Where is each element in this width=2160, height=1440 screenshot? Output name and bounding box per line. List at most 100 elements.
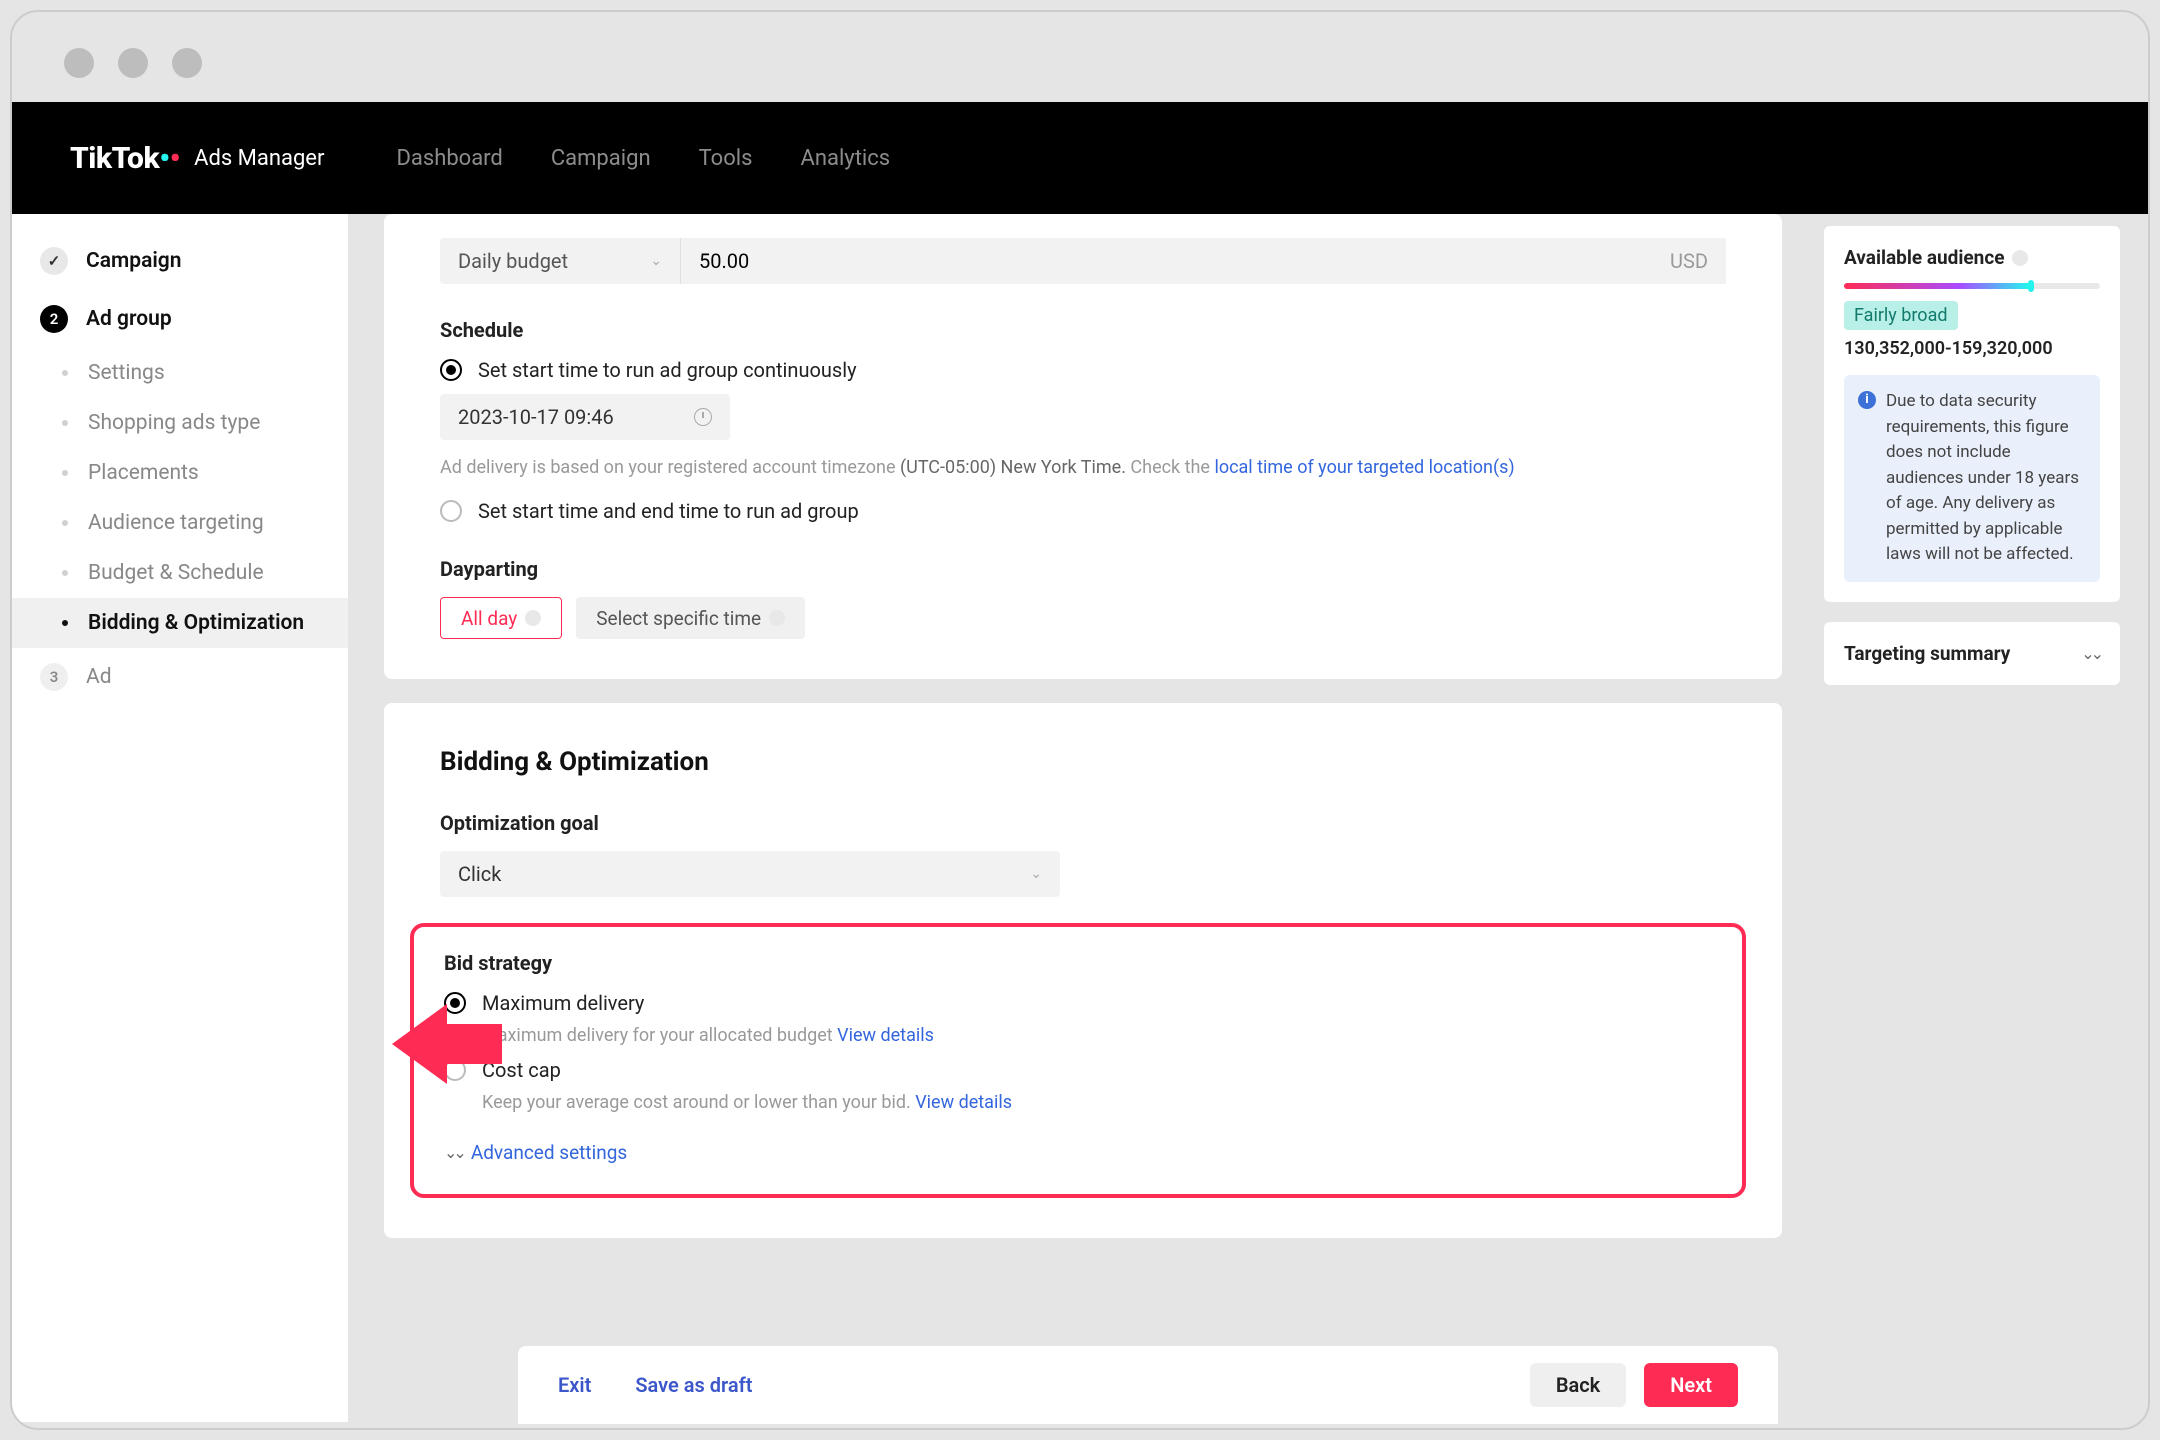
footer: Exit Save as draft Back Next <box>518 1346 1778 1424</box>
sidebar-item-settings[interactable]: Settings <box>12 348 348 398</box>
select-value: Click <box>458 862 501 886</box>
content: ✓ Campaign 2 Ad group Settings Shopping … <box>12 214 2148 1422</box>
view-details-link[interactable]: View details <box>915 1092 1012 1113</box>
window-controls <box>12 12 2148 102</box>
dayparting-specific-button[interactable]: Select specific time <box>576 597 805 639</box>
local-time-link[interactable]: local time of your targeted location(s) <box>1214 457 1514 478</box>
radio-icon <box>440 500 462 522</box>
info-icon <box>2012 250 2028 266</box>
chevron-double-down-icon: ⌄⌄ <box>444 1143 463 1162</box>
optimization-goal-select[interactable]: Click ⌄ <box>440 851 1060 897</box>
step-label: Campaign <box>86 249 181 273</box>
sidebar-item-shopping[interactable]: Shopping ads type <box>12 398 348 448</box>
step-number-icon: 2 <box>40 305 68 333</box>
radio-icon <box>440 359 462 381</box>
nav-dashboard[interactable]: Dashboard <box>396 146 502 171</box>
step-label: Ad <box>86 665 112 689</box>
bid-max-delivery-radio[interactable]: Maximum delivery <box>444 991 1712 1015</box>
step-number-icon: 3 <box>40 663 68 691</box>
targeting-title: Targeting summary <box>1844 642 2010 665</box>
view-details-link[interactable]: View details <box>837 1025 934 1046</box>
dayparting-all-day-button[interactable]: All day <box>440 597 562 639</box>
exit-button[interactable]: Exit <box>558 1373 591 1397</box>
save-draft-button[interactable]: Save as draft <box>635 1373 752 1397</box>
info-icon <box>769 610 785 626</box>
start-datetime-input[interactable]: 2023-10-17 09:46 <box>440 394 730 440</box>
currency-label: USD <box>1670 249 1708 273</box>
sidebar-item-budget[interactable]: Budget & Schedule <box>12 548 348 598</box>
audience-notice: i Due to data security requirements, thi… <box>1844 375 2100 582</box>
dayparting-heading: Dayparting <box>440 557 1726 581</box>
dayparting-pills: All day Select specific time <box>440 597 1726 639</box>
topbar: TikTok•• Ads Manager Dashboard Campaign … <box>12 102 2148 214</box>
window-dot[interactable] <box>64 48 94 78</box>
max-delivery-desc: Maximum delivery for your allocated budg… <box>482 1025 1712 1046</box>
audience-range: 130,352,000-159,320,000 <box>1844 338 2100 359</box>
right-pane: Available audience Fairly broad 130,352,… <box>1818 214 2148 1422</box>
optimization-goal-label: Optimization goal <box>440 811 1726 835</box>
cost-cap-desc: Keep your average cost around or lower t… <box>482 1092 1712 1113</box>
info-icon <box>525 610 541 626</box>
schedule-continuous-radio[interactable]: Set start time to run ad group continuou… <box>440 358 1726 382</box>
bid-strategy-highlight: Bid strategy Maximum delivery Maximum de… <box>410 923 1746 1198</box>
footer-right: Back Next <box>1530 1363 1738 1407</box>
available-audience-title: Available audience <box>1844 246 2100 269</box>
sidebar-item-label: Budget & Schedule <box>88 561 264 585</box>
back-button[interactable]: Back <box>1530 1363 1626 1407</box>
chevron-down-icon: ⌄ <box>1030 866 1042 882</box>
sidebar-item-label: Settings <box>88 361 165 385</box>
bidding-card: Bidding & Optimization Optimization goal… <box>384 703 1782 1238</box>
sidebar-item-label: Placements <box>88 461 199 485</box>
step-label: Ad group <box>86 307 172 331</box>
app-frame: TikTok•• Ads Manager Dashboard Campaign … <box>10 10 2150 1430</box>
available-audience-card: Available audience Fairly broad 130,352,… <box>1824 226 2120 602</box>
budget-amount-input[interactable]: 50.00 USD <box>680 238 1726 284</box>
clock-icon <box>694 408 712 426</box>
schedule-range-radio[interactable]: Set start time and end time to run ad gr… <box>440 499 1726 523</box>
select-label: Daily budget <box>458 249 568 273</box>
pill-label: All day <box>461 607 517 630</box>
window-dot[interactable] <box>118 48 148 78</box>
sidebar-item-audience[interactable]: Audience targeting <box>12 498 348 548</box>
timezone-helper: Ad delivery is based on your registered … <box>440 454 1726 481</box>
link-label: Advanced settings <box>471 1141 627 1164</box>
schedule-heading: Schedule <box>440 318 1726 342</box>
radio-label: Maximum delivery <box>482 991 644 1015</box>
sidebar-item-label: Audience targeting <box>88 511 264 535</box>
step-campaign[interactable]: ✓ Campaign <box>12 232 348 290</box>
next-button[interactable]: Next <box>1644 1363 1738 1407</box>
nav-tools[interactable]: Tools <box>699 146 753 171</box>
bidding-heading: Bidding & Optimization <box>440 703 1726 777</box>
targeting-summary-toggle[interactable]: Targeting summary ⌄⌄ <box>1824 622 2120 685</box>
budget-schedule-card: Daily budget ⌄ 50.00 USD Schedule Set st… <box>384 214 1782 679</box>
sidebar-item-placements[interactable]: Placements <box>12 448 348 498</box>
chevron-double-down-icon: ⌄⌄ <box>2081 644 2100 663</box>
datetime-value: 2023-10-17 09:46 <box>458 405 614 429</box>
sidebar: ✓ Campaign 2 Ad group Settings Shopping … <box>12 214 348 1422</box>
pill-label: Select specific time <box>596 607 761 630</box>
sidebar-item-label: Bidding & Optimization <box>88 611 304 635</box>
step-adgroup[interactable]: 2 Ad group <box>12 290 348 348</box>
sidebar-item-label: Shopping ads type <box>88 411 260 435</box>
footer-left: Exit Save as draft <box>558 1373 752 1397</box>
check-icon: ✓ <box>40 247 68 275</box>
input-value: 50.00 <box>699 249 749 273</box>
window-dot[interactable] <box>172 48 202 78</box>
nav-campaign[interactable]: Campaign <box>551 146 651 171</box>
radio-label: Set start time and end time to run ad gr… <box>478 499 859 523</box>
brand-product: Ads Manager <box>194 146 324 171</box>
brand: TikTok•• Ads Manager <box>70 141 324 176</box>
nav-analytics[interactable]: Analytics <box>800 146 890 171</box>
info-icon: i <box>1858 391 1876 409</box>
audience-meter <box>1844 283 2100 289</box>
budget-type-select[interactable]: Daily budget ⌄ <box>440 238 680 284</box>
step-ad[interactable]: 3 Ad <box>12 648 348 706</box>
top-nav: Dashboard Campaign Tools Analytics <box>396 146 890 171</box>
bid-cost-cap-radio[interactable]: Cost cap <box>444 1058 1712 1082</box>
main: Daily budget ⌄ 50.00 USD Schedule Set st… <box>348 214 1818 1422</box>
bid-strategy-label: Bid strategy <box>444 951 1712 975</box>
chevron-down-icon: ⌄ <box>650 253 662 269</box>
advanced-settings-link[interactable]: ⌄⌄ Advanced settings <box>444 1141 1712 1164</box>
sidebar-item-bidding[interactable]: Bidding & Optimization <box>12 598 348 648</box>
brand-logo: TikTok•• <box>70 141 180 176</box>
